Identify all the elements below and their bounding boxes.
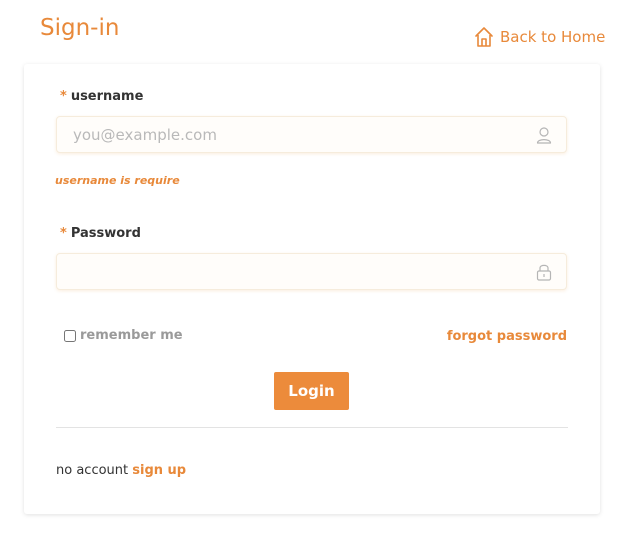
remember-me-label: remember me [80,328,183,343]
username-label-text: username [70,89,144,104]
login-button[interactable]: Login [274,372,349,410]
remember-me-checkbox[interactable] [64,329,76,342]
forgot-password-link[interactable]: forgot password [447,329,567,344]
sign-up-link[interactable]: sign up [132,463,186,478]
password-input[interactable] [57,254,543,289]
username-input[interactable] [57,117,543,152]
username-error: username is require [55,174,180,187]
user-icon [536,126,552,144]
page-title: Sign-in [40,15,120,41]
required-mark: * [60,89,67,104]
signup-row: no account sign up [56,463,186,478]
back-to-home-link[interactable]: Back to Home [474,26,605,48]
password-label: * Password [60,226,141,241]
signin-page: Sign-in Back to Home *username userna [0,0,639,549]
signin-card: *username username is require *Password [24,64,600,514]
required-mark: * [60,226,67,241]
password-field [56,253,567,290]
divider [56,427,568,428]
lock-icon [536,263,552,281]
remember-me[interactable]: remember me [64,328,183,343]
username-label: * username [60,89,143,104]
home-icon [474,26,494,48]
username-field [56,116,567,153]
password-label-text: Password [70,226,141,241]
no-account-text: no account [56,463,129,478]
back-to-home-label: Back to Home [500,28,606,46]
